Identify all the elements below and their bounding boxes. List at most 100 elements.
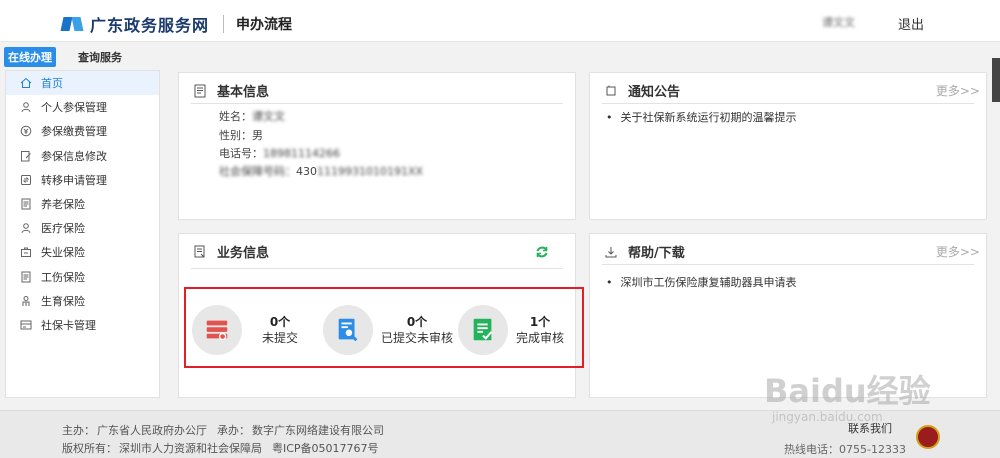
emblem-icon xyxy=(916,425,940,449)
sidebar-item-pension[interactable]: 养老保险 xyxy=(6,192,159,216)
copyright-label: 版权所有： xyxy=(62,442,117,455)
document-icon xyxy=(194,84,206,97)
notice-item[interactable]: 关于社保新系统运行初期的温馨提示 xyxy=(606,109,797,125)
sidebar-item-label: 个人参保管理 xyxy=(41,101,107,115)
tab-query-service[interactable]: 查询服务 xyxy=(74,47,126,67)
stat-approved[interactable]: 1个 完成审核 xyxy=(458,305,564,355)
stat-not-submitted[interactable]: 0个 未提交 xyxy=(192,305,298,355)
card-title: 帮助/下载 xyxy=(628,246,685,261)
sidebar-item-label: 转移申请管理 xyxy=(41,173,107,187)
more-link[interactable]: 更多>> xyxy=(936,82,980,99)
card-header: 帮助/下载 xyxy=(604,242,685,261)
host-label: 主办： xyxy=(62,424,95,437)
stat-label: 完成审核 xyxy=(516,331,565,345)
phone-value: 18981114266 xyxy=(263,147,340,160)
stat-label: 已提交未审核 xyxy=(381,331,454,345)
organizer-label: 承办： xyxy=(217,424,250,437)
sidebar-item-label: 失业保险 xyxy=(41,246,85,260)
checklist-icon xyxy=(458,305,508,355)
divider xyxy=(191,103,563,104)
sidebar-item-payment[interactable]: 参保缴费管理 xyxy=(6,119,159,143)
sidebar-item-label: 首页 xyxy=(41,77,63,91)
name-label: 姓名： xyxy=(219,110,252,123)
footer-copyright-line: 版权所有： 深圳市人力资源和社会保障局 粤ICP备05017767号 xyxy=(62,440,389,456)
sidebar-item-label: 医疗保险 xyxy=(41,222,85,236)
sidebar-item-label: 工伤保险 xyxy=(41,270,85,284)
stat-count: 0个 xyxy=(269,315,291,329)
sidebar-item-label: 生育保险 xyxy=(41,294,85,308)
edit-icon xyxy=(20,150,32,162)
card-icon xyxy=(20,319,32,331)
info-name: 姓名：谭文文 xyxy=(219,108,285,124)
sidebar-item-maternity[interactable]: 生育保险 xyxy=(6,289,159,313)
baby-icon xyxy=(20,295,32,307)
briefcase-icon xyxy=(20,246,32,258)
site-name: 广东政务服务网 xyxy=(90,16,210,35)
phone-label: 电话号： xyxy=(219,147,263,160)
info-phone: 电话号：18981114266 xyxy=(219,145,340,161)
divider xyxy=(602,264,974,265)
user-name: 谭文文 xyxy=(822,16,855,29)
info-ssn: 社会保障号码：4301119931010191XX xyxy=(219,163,423,179)
host: 广东省人民政府办公厅 xyxy=(97,424,207,437)
watermark-url: jingyan.baidu.com xyxy=(772,410,883,424)
sidebar-item-info-edit[interactable]: 参保信息修改 xyxy=(6,144,159,168)
footer-host-line: 主办： 广东省人民政府办公厅 承办： 数字广东网络建设有限公司 xyxy=(62,422,394,438)
stack-icon xyxy=(192,305,242,355)
icp-number[interactable]: 粤ICP备05017767号 xyxy=(272,442,379,455)
sidebar-item-label: 养老保险 xyxy=(41,198,85,212)
stat-submitted-pending[interactable]: 0个 已提交未审核 xyxy=(323,305,453,355)
name-value: 谭文文 xyxy=(252,110,285,123)
logo-icon xyxy=(62,15,84,33)
info-gender: 性别：男 xyxy=(219,127,263,143)
sidebar-item-unemployment[interactable]: 失业保险 xyxy=(6,240,159,264)
ssn-value: 430 xyxy=(296,165,317,178)
top-header: 广东政务服务网 申办流程 谭文文 退出 xyxy=(0,0,1000,42)
sidebar-item-card[interactable]: 社保卡管理 xyxy=(6,313,159,337)
sidebar-item-label: 参保信息修改 xyxy=(41,149,107,163)
card-header: 通知公告 xyxy=(604,81,680,100)
tab-online-handling[interactable]: 在线办理 xyxy=(4,47,56,67)
home-icon xyxy=(20,77,32,89)
gender-label: 性别： xyxy=(219,129,252,142)
site-logo[interactable]: 广东政务服务网 申办流程 xyxy=(62,12,292,36)
stat-count: 1个 xyxy=(529,315,551,329)
doc-icon xyxy=(20,198,32,210)
person-icon xyxy=(20,222,32,234)
stat-count: 0个 xyxy=(406,315,428,329)
doc-icon xyxy=(20,271,32,283)
service-tabs: 在线办理 查询服务 xyxy=(4,47,144,67)
hotline: 热线电话：0755-12333 xyxy=(784,443,906,456)
sidebar-item-personal-insurance[interactable]: 个人参保管理 xyxy=(6,95,159,119)
payment-icon xyxy=(20,125,32,137)
watermark: Baidu经验 xyxy=(764,372,931,410)
sidebar-item-label: 社保卡管理 xyxy=(41,318,96,332)
sidebar-item-transfer[interactable]: 转移申请管理 xyxy=(6,168,159,192)
sidebar-item-work-injury[interactable]: 工伤保险 xyxy=(6,265,159,289)
divider xyxy=(602,103,974,104)
sidebar-item-label: 参保缴费管理 xyxy=(41,125,107,139)
side-toolbar-tab[interactable] xyxy=(992,58,1000,102)
sidebar-item-home[interactable]: 首页 xyxy=(6,71,159,96)
notice-card: 通知公告 更多>> 关于社保新系统运行初期的温馨提示 xyxy=(589,72,987,220)
card-title: 通知公告 xyxy=(628,85,681,100)
page-title: 申办流程 xyxy=(236,17,293,33)
business-icon xyxy=(194,245,205,257)
more-link[interactable]: 更多>> xyxy=(936,243,980,260)
ssn-label: 社会保障号码： xyxy=(219,165,296,178)
logout-link[interactable]: 退出 xyxy=(898,14,924,33)
divider xyxy=(191,268,563,269)
organizer: 数字广东网络建设有限公司 xyxy=(252,424,384,437)
search-doc-icon xyxy=(323,305,373,355)
card-title: 基本信息 xyxy=(217,85,270,100)
sidebar-nav: 首页 个人参保管理 参保缴费管理 参保信息修改 转移申请管理 养老保险 医疗保险… xyxy=(5,70,160,398)
basic-info-card: 基本信息 姓名：谭文文 性别：男 电话号：18981114266 社会保障号码：… xyxy=(178,72,576,220)
card-header: 基本信息 xyxy=(193,81,269,100)
card-title: 业务信息 xyxy=(217,246,270,261)
copyright: 深圳市人力资源和社会保障局 xyxy=(119,442,262,455)
download-item[interactable]: 深圳市工伤保险康复辅助器具申请表 xyxy=(606,274,797,290)
refresh-icon[interactable] xyxy=(535,245,549,259)
person-icon xyxy=(20,101,32,113)
sidebar-item-medical[interactable]: 医疗保险 xyxy=(6,216,159,240)
transfer-icon xyxy=(20,174,32,186)
